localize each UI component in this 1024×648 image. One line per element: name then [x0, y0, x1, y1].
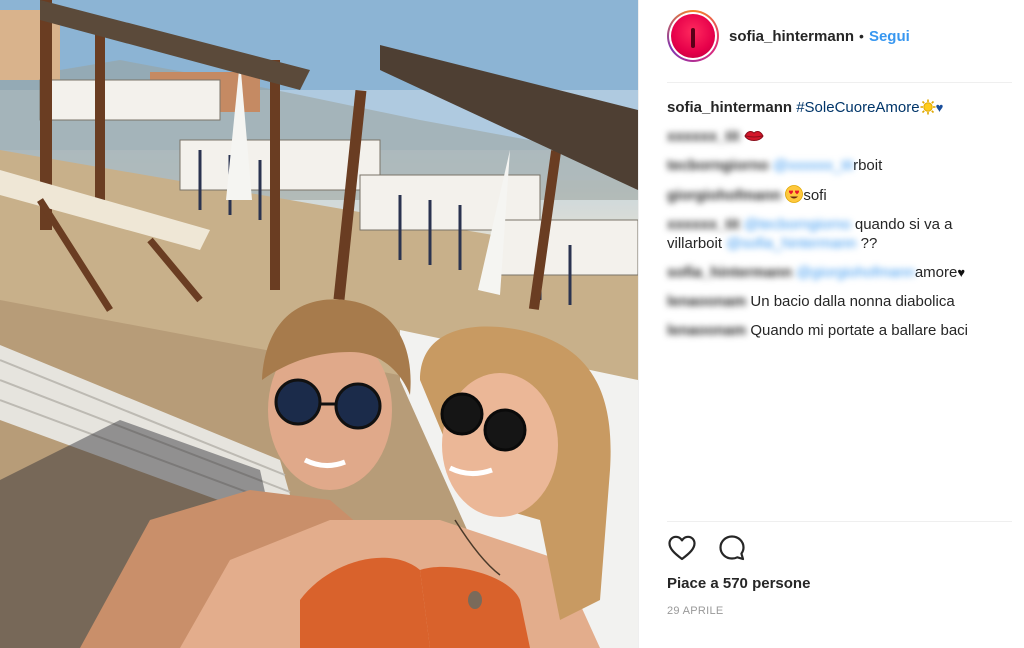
caption-username[interactable]: sofia_hintermann: [667, 99, 792, 116]
avatar-ring: [669, 12, 717, 60]
comment-username[interactable]: xxxxxx_tit: [667, 128, 740, 145]
beach-selfie-image: [0, 0, 638, 648]
follow-button[interactable]: Segui: [869, 28, 910, 45]
avatar[interactable]: [667, 10, 719, 62]
caption: sofia_hintermann #SoleCuoreAmore ♥: [667, 98, 1006, 117]
comment-bubble-icon[interactable]: [717, 533, 747, 563]
comment: xxxxxx_tit @tecborngiorno quando si va a…: [667, 215, 1006, 253]
comment-username[interactable]: lenaoonam: [667, 293, 746, 310]
comment-text: Quando mi portate a ballare baci: [750, 322, 968, 339]
header-divider: [667, 82, 1012, 83]
blue-heart-icon: ♥: [935, 100, 944, 115]
actions-divider: [667, 521, 1012, 522]
comment-mention[interactable]: @giorgiohofmann: [796, 264, 915, 281]
comment-mention[interactable]: @tecborngiorno: [744, 216, 851, 233]
comment: sofia_hintermann @giorgiohofmannamore♥: [667, 263, 1006, 282]
comment-mention[interactable]: @xxxxxx_tit: [773, 157, 853, 174]
post-date[interactable]: 29 APRILE: [667, 605, 724, 617]
comment-text: amore: [914, 264, 958, 281]
post-header: sofia_hintermann • Segui: [667, 10, 910, 62]
comment-username[interactable]: giorgiohofmann: [667, 187, 781, 204]
comment-username[interactable]: tecborngiorno: [667, 157, 769, 174]
comment: lenaoonam Un bacio dalla nonna diabolica: [667, 292, 1006, 311]
caption-hashtag[interactable]: #SoleCuoreAmore: [796, 99, 919, 116]
avatar-image: [671, 14, 715, 58]
comment-text: rboit: [853, 157, 883, 174]
comments-list: sofia_hintermann #SoleCuoreAmore ♥ xxxxx…: [667, 98, 1006, 350]
likes-count[interactable]: Piace a 570 persone: [667, 575, 810, 592]
comment-mention[interactable]: @sofia_hintermann: [726, 235, 856, 252]
action-bar: [667, 533, 747, 563]
comment-username[interactable]: sofia_hintermann: [667, 264, 792, 281]
comment-username[interactable]: lenaoonam: [667, 322, 746, 339]
lips-emoji-icon: [744, 130, 764, 141]
black-heart-icon: ♥: [957, 265, 966, 280]
comment: xxxxxx_tit: [667, 127, 1006, 146]
header-separator: •: [859, 28, 864, 44]
comment: giorgiohofmann sofi: [667, 185, 1006, 205]
comment-username[interactable]: xxxxxx_tit: [667, 216, 740, 233]
comment-text: sofi: [803, 187, 827, 204]
comment: lenaoonam Quando mi portate a ballare ba…: [667, 321, 1006, 340]
sun-emoji-icon: [920, 99, 936, 115]
post-side-panel: sofia_hintermann • Segui sofia_hinterman…: [638, 0, 1024, 648]
heart-outline-icon[interactable]: [667, 533, 697, 563]
comment: tecborngiorno @xxxxxx_titrboit: [667, 156, 1006, 175]
header-username[interactable]: sofia_hintermann: [729, 28, 854, 45]
comment-text-suffix: ??: [856, 235, 878, 252]
post-photo[interactable]: [0, 0, 638, 648]
comment-text: Un bacio dalla nonna diabolica: [750, 293, 955, 310]
heart-eyes-emoji-icon: [785, 185, 804, 203]
